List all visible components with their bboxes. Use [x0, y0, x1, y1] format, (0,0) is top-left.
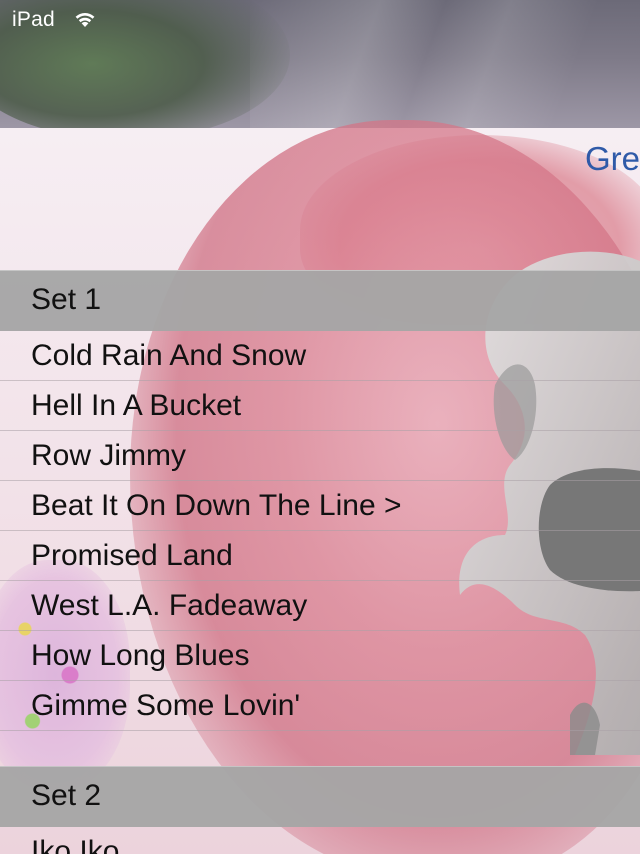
song-title: Hell In A Bucket [31, 389, 242, 422]
song-row[interactable]: How Long Blues [0, 631, 640, 681]
song-row[interactable]: Beat It On Down The Line > [0, 481, 640, 531]
song-row[interactable]: Iko Iko [0, 827, 640, 854]
nav-title[interactable]: Gre [585, 140, 640, 178]
device-name: iPad [12, 8, 55, 31]
song-title: Cold Rain And Snow [31, 339, 307, 372]
song-title: Beat It On Down The Line > [31, 489, 402, 522]
song-title: Promised Land [31, 539, 233, 572]
section-header-label: Set 2 [31, 779, 102, 812]
song-title: Gimme Some Lovin' [31, 689, 301, 722]
song-row[interactable]: Row Jimmy [0, 431, 640, 481]
song-title: Iko Iko [31, 835, 120, 854]
status-bar: iPad [0, 0, 640, 40]
setlist-table[interactable]: Set 1 Cold Rain And Snow Hell In A Bucke… [0, 270, 640, 854]
wifi-icon [75, 12, 95, 27]
section-header-label: Set 1 [31, 283, 102, 316]
song-title: West L.A. Fadeaway [31, 589, 308, 622]
song-row[interactable]: Cold Rain And Snow [0, 331, 640, 381]
song-title: Row Jimmy [31, 439, 186, 472]
song-row[interactable]: Hell In A Bucket [0, 381, 640, 431]
song-row[interactable]: Promised Land [0, 531, 640, 581]
section-header-set-2: Set 2 [0, 766, 640, 827]
song-row[interactable]: West L.A. Fadeaway [0, 581, 640, 631]
song-row[interactable]: Gimme Some Lovin' [0, 681, 640, 731]
section-header-set-1: Set 1 [0, 270, 640, 331]
song-title: How Long Blues [31, 639, 250, 672]
